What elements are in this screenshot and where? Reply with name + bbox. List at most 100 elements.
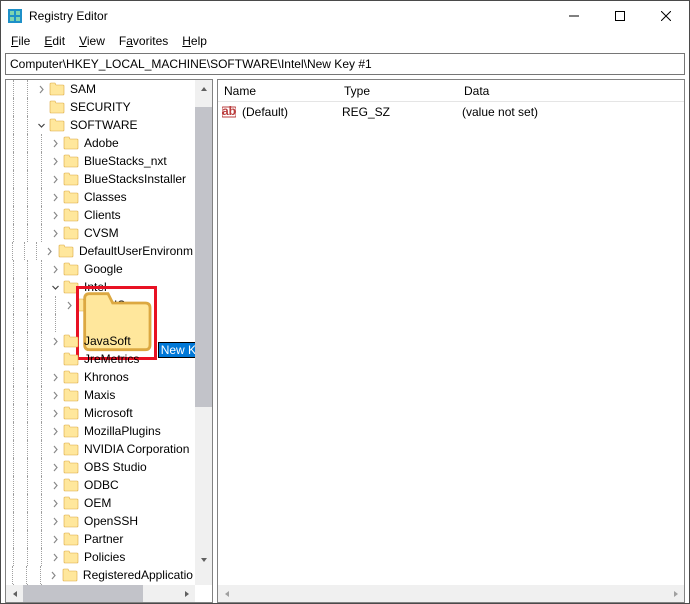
tree-node-classes[interactable]: Classes (6, 188, 195, 206)
expander-icon[interactable] (34, 82, 48, 96)
tree-node-label: OEM (82, 496, 113, 510)
expander-icon[interactable] (48, 370, 62, 384)
tree-node-label: RegisteredApplicatio (81, 568, 195, 582)
column-header-data[interactable]: Data (458, 84, 684, 98)
list-header[interactable]: Name Type Data (218, 80, 684, 102)
window-title: Registry Editor (29, 9, 108, 23)
expander-icon[interactable] (48, 280, 62, 294)
tree-node-clients[interactable]: Clients (6, 206, 195, 224)
registry-tree[interactable]: SAMSECURITYSOFTWARE Adobe BlueStacks_nxt Bl… (6, 80, 195, 585)
tree-node-security[interactable]: SECURITY (6, 98, 195, 116)
tree-node-obs[interactable]: OBS Studio (6, 458, 195, 476)
tree-node-registeredapps[interactable]: RegisteredApplicatio (6, 566, 195, 584)
tree-node-label: Maxis (82, 388, 117, 402)
scroll-right-button[interactable] (178, 585, 195, 602)
scroll-thumb-h[interactable] (23, 585, 143, 602)
column-header-type[interactable]: Type (338, 84, 458, 98)
expander-icon[interactable] (48, 262, 62, 276)
folder-icon (63, 514, 79, 528)
tree-node-policies[interactable]: Policies (6, 548, 195, 566)
menu-view[interactable]: View (73, 32, 111, 50)
maximize-button[interactable] (597, 1, 643, 31)
tree-node-label: Microsoft (82, 406, 135, 420)
tree-node-khronos[interactable]: Khronos (6, 368, 195, 386)
expander-icon[interactable] (48, 208, 62, 222)
tree-node-label: BlueStacks_nxt (82, 154, 169, 168)
list-body[interactable]: ab (Default) REG_SZ (value not set) (218, 102, 684, 585)
tree-node-openssh[interactable]: OpenSSH (6, 512, 195, 530)
tree-node-odbc[interactable]: ODBC (6, 476, 195, 494)
expander-icon[interactable] (48, 388, 62, 402)
expander-icon[interactable] (48, 190, 62, 204)
tree-node-adobe[interactable]: Adobe (6, 134, 195, 152)
tree-node-partner[interactable]: Partner (6, 530, 195, 548)
scroll-right-button[interactable] (667, 585, 684, 602)
scroll-up-button[interactable] (195, 80, 212, 97)
expander-icon[interactable] (48, 226, 62, 240)
tree-node-defaultuserenv[interactable]: DefaultUserEnvironm (6, 242, 195, 260)
folder-icon (63, 442, 79, 456)
tree-node-microsoft[interactable]: Microsoft (6, 404, 195, 422)
tree-node-label: Partner (82, 532, 125, 546)
expander-icon[interactable] (48, 424, 62, 438)
expander-icon[interactable] (48, 532, 62, 546)
menu-file[interactable]: File (5, 32, 36, 50)
expander-icon[interactable] (34, 118, 48, 132)
menu-favorites[interactable]: Favorites (113, 32, 174, 50)
tree-node-google[interactable]: Google (6, 260, 195, 278)
expander-icon[interactable] (48, 496, 62, 510)
folder-icon (63, 154, 79, 168)
menu-edit[interactable]: Edit (38, 32, 71, 50)
value-type: REG_SZ (336, 105, 456, 119)
expander-icon[interactable] (48, 460, 62, 474)
folder-icon (49, 118, 65, 132)
folder-icon (63, 352, 79, 366)
titlebar[interactable]: Registry Editor (1, 1, 689, 31)
folder-icon (63, 388, 79, 402)
tree-node-maxis[interactable]: Maxis (6, 386, 195, 404)
close-button[interactable] (643, 1, 689, 31)
list-row[interactable]: ab (Default) REG_SZ (value not set) (218, 102, 684, 122)
tree-horizontal-scrollbar[interactable] (6, 585, 195, 602)
tree-node-edit[interactable]: New Key #1 (158, 342, 195, 358)
scroll-track[interactable] (195, 97, 212, 551)
expander-icon[interactable] (48, 136, 62, 150)
tree-node-oem[interactable]: OEM (6, 494, 195, 512)
expander-icon[interactable] (48, 514, 62, 528)
scroll-left-button[interactable] (6, 585, 23, 602)
scroll-down-button[interactable] (195, 551, 212, 568)
scroll-left-button[interactable] (218, 585, 235, 602)
scroll-track-h2[interactable] (235, 585, 667, 602)
registry-editor-window: Registry Editor File Edit View Favorites… (0, 0, 690, 604)
column-header-name[interactable]: Name (218, 84, 338, 98)
tree-vertical-scrollbar[interactable] (195, 80, 212, 568)
expander-icon[interactable] (48, 334, 62, 348)
tree-node-newkey[interactable]: New Key #1 (6, 314, 195, 332)
folder-icon (63, 334, 79, 348)
tree-node-software[interactable]: SOFTWARE (6, 116, 195, 134)
tree-node-label: Adobe (82, 136, 121, 150)
tree-node-nvidia[interactable]: NVIDIA Corporation (6, 440, 195, 458)
tree-node-cvsm[interactable]: CVSM (6, 224, 195, 242)
expander-icon[interactable] (48, 442, 62, 456)
expander-icon[interactable] (48, 550, 62, 564)
expander-icon[interactable] (48, 478, 62, 492)
scroll-track-h[interactable] (23, 585, 178, 602)
tree-node-mozillaplugins[interactable]: MozillaPlugins (6, 422, 195, 440)
address-bar[interactable]: Computer\HKEY_LOCAL_MACHINE\SOFTWARE\Int… (5, 53, 685, 75)
tree-node-label: ODBC (82, 478, 121, 492)
expander-icon[interactable] (48, 406, 62, 420)
expander-icon[interactable] (48, 172, 62, 186)
minimize-button[interactable] (551, 1, 597, 31)
expander-icon[interactable] (47, 568, 61, 582)
expander-icon[interactable] (62, 298, 76, 312)
tree-node-sam[interactable]: SAM (6, 80, 195, 98)
menu-help[interactable]: Help (176, 32, 213, 50)
folder-icon (62, 568, 78, 582)
expander-icon[interactable] (48, 154, 62, 168)
scroll-thumb[interactable] (195, 107, 212, 407)
list-horizontal-scrollbar[interactable] (218, 585, 684, 602)
tree-node-bluestacksinstaller[interactable]: BlueStacksInstaller (6, 170, 195, 188)
tree-node-bluestacks_nxt[interactable]: BlueStacks_nxt (6, 152, 195, 170)
expander-icon[interactable] (43, 244, 57, 258)
